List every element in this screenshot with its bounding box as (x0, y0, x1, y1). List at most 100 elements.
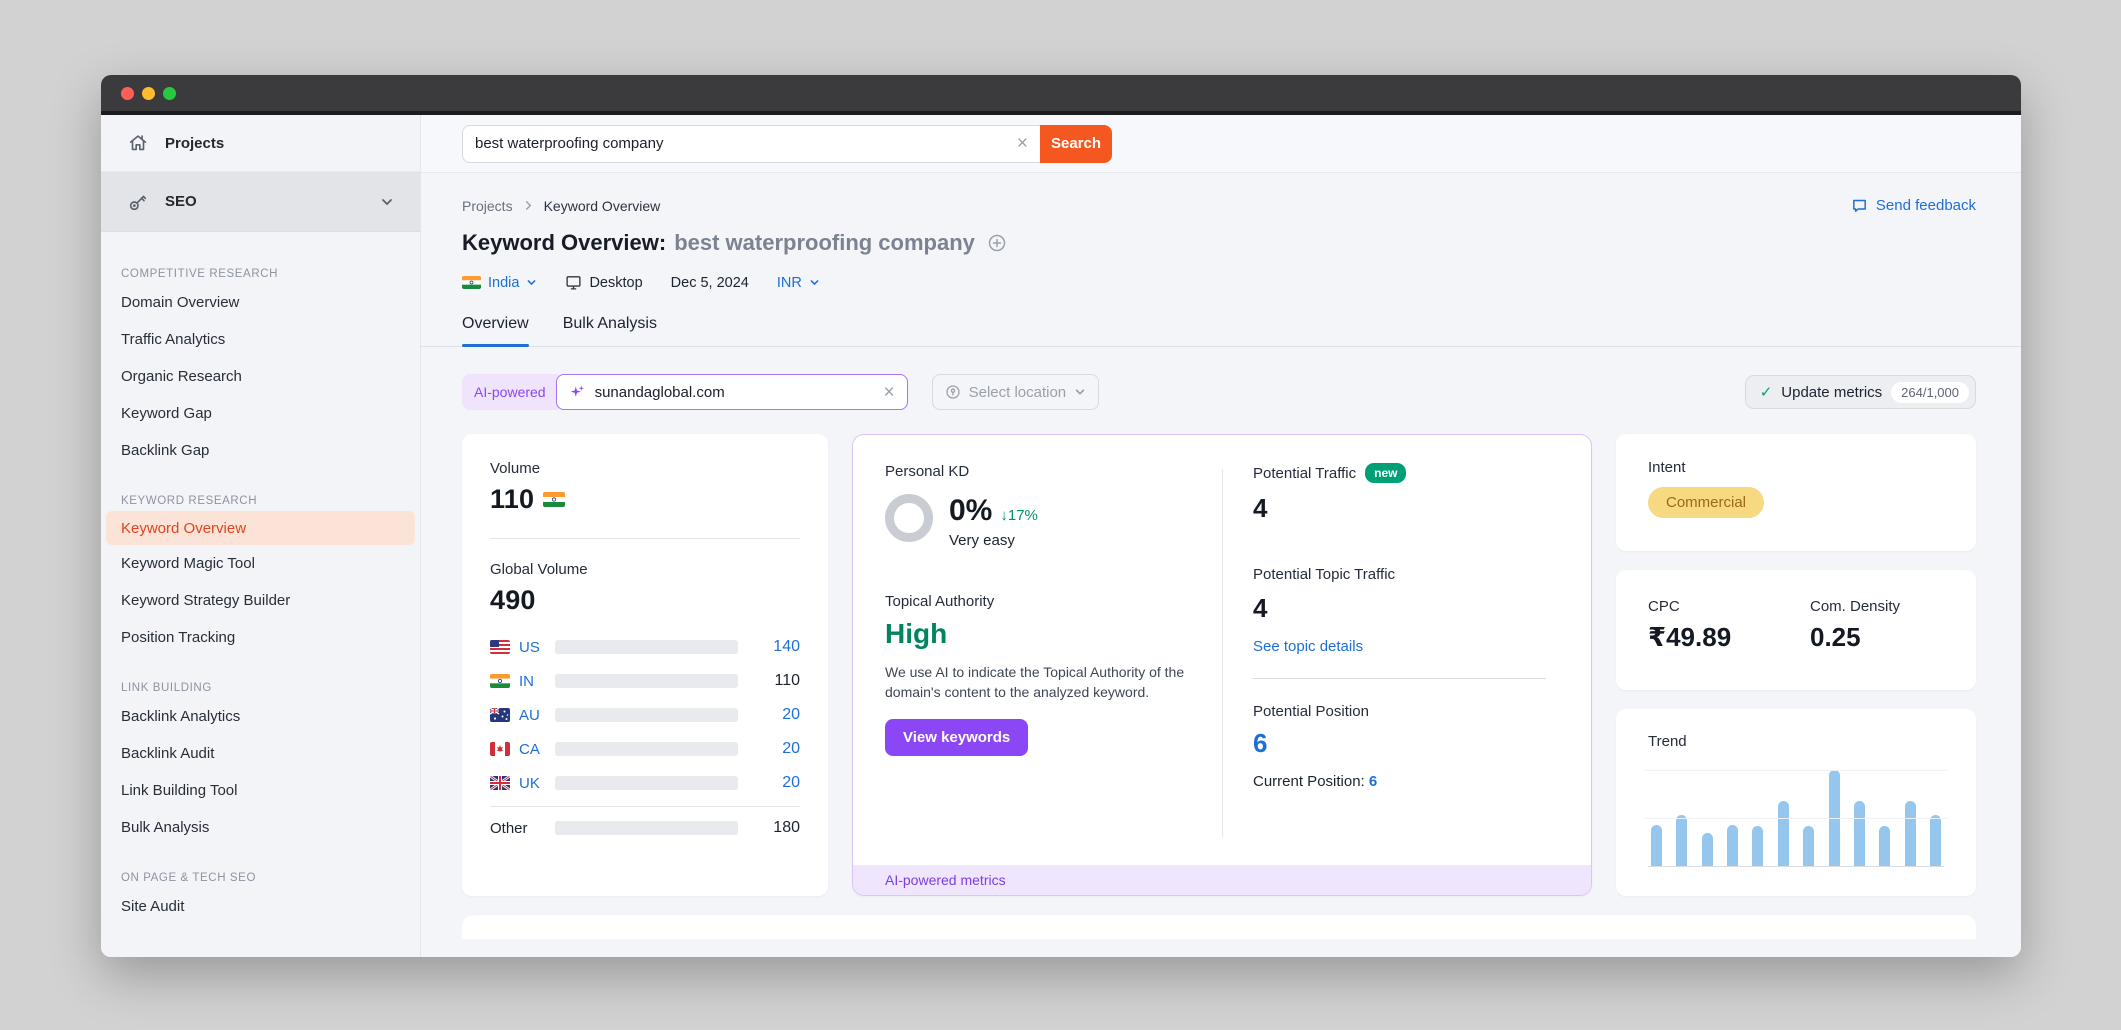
clear-search-icon[interactable]: × (1005, 134, 1040, 153)
domain-input-box: × (556, 374, 908, 410)
topical-authority-description: We use AI to indicate the Topical Author… (885, 662, 1195, 703)
volume-bar-track (555, 674, 738, 688)
sidebar-item-backlink-audit[interactable]: Backlink Audit (101, 735, 420, 772)
close-window-button[interactable] (121, 87, 134, 100)
country-volume-value[interactable]: 20 (756, 740, 800, 758)
potential-traffic-value: 4 (1253, 493, 1591, 524)
quota-counter: 264/1,000 (1891, 382, 1969, 403)
sidebar-nav: COMPETITIVE RESEARCH Domain Overview Tra… (101, 232, 420, 925)
competitive-density-label: Com. Density (1810, 598, 1944, 615)
page-title-keyword: best waterproofing company (674, 230, 975, 256)
sidebar-item-keyword-strategy-builder[interactable]: Keyword Strategy Builder (101, 582, 420, 619)
feedback-bubble-icon (1851, 197, 1868, 214)
country-volume-value[interactable]: 20 (756, 774, 800, 792)
sidebar-item-backlink-analytics[interactable]: Backlink Analytics (101, 698, 420, 735)
keyword-search-box: × (462, 125, 1040, 163)
potential-traffic-label: Potential Traffic (1253, 465, 1356, 482)
main-area: × Search Projects Keyword Overview Send … (421, 115, 2021, 957)
sidebar-item-bulk-analysis[interactable]: Bulk Analysis (101, 809, 420, 846)
country-code[interactable]: AU (519, 707, 555, 724)
page-title: Keyword Overview: best waterproofing com… (462, 230, 1976, 256)
other-volume-value: 180 (756, 819, 800, 837)
chevron-down-icon[interactable] (380, 195, 394, 209)
sidebar-item-domain-overview[interactable]: Domain Overview (101, 284, 420, 321)
chevron-down-icon (526, 277, 537, 288)
keyword-search-input[interactable] (463, 135, 1005, 152)
keyword-search-bar: × Search (421, 115, 2021, 173)
next-section-card (462, 915, 1976, 939)
intent-label: Intent (1648, 459, 1944, 476)
sidebar-item-keyword-overview[interactable]: Keyword Overview (106, 511, 415, 545)
currency-selector[interactable]: INR (777, 275, 820, 291)
tab-bulk-analysis[interactable]: Bulk Analysis (563, 315, 657, 346)
sidebar-item-site-audit[interactable]: Site Audit (101, 888, 420, 925)
volume-bar-track (555, 640, 738, 654)
global-volume-label: Global Volume (490, 561, 800, 578)
send-feedback-link[interactable]: Send feedback (1851, 197, 1976, 214)
sparkles-icon (569, 384, 586, 401)
page-title-prefix: Keyword Overview: (462, 230, 666, 256)
tab-overview[interactable]: Overview (462, 315, 529, 346)
trend-bar (1879, 826, 1890, 866)
domain-input[interactable] (586, 384, 882, 401)
volume-card: Volume 110 Global Volume 490 (462, 434, 828, 896)
new-badge: new (1365, 463, 1406, 483)
check-icon: ✓ (1760, 383, 1773, 401)
current-position-label: Current Position: (1253, 773, 1365, 790)
gridline (1645, 770, 1947, 771)
kd-difficulty-label: Very easy (949, 532, 1038, 549)
country-selector[interactable]: India (462, 275, 537, 291)
sidebar-item-traffic-analytics[interactable]: Traffic Analytics (101, 321, 420, 358)
date-label: Dec 5, 2024 (671, 275, 749, 291)
sidebar-item-organic-research[interactable]: Organic Research (101, 358, 420, 395)
location-select[interactable]: Select location (932, 374, 1100, 410)
minimize-window-button[interactable] (142, 87, 155, 100)
send-feedback-label: Send feedback (1876, 197, 1976, 214)
location-pin-icon (945, 384, 961, 400)
country-code[interactable]: US (519, 639, 555, 656)
india-flag-icon (462, 276, 481, 289)
add-keyword-icon[interactable] (987, 233, 1007, 253)
trend-bar (1854, 801, 1865, 866)
sidebar-item-seo[interactable]: SEO (101, 172, 420, 232)
kd-change: ↓17% (1000, 507, 1038, 524)
sidebar-item-backlink-gap[interactable]: Backlink Gap (101, 432, 420, 469)
nav-section-on-page-tech-seo: ON PAGE & TECH SEO (101, 872, 420, 888)
sidebar-item-link-building-tool[interactable]: Link Building Tool (101, 772, 420, 809)
search-button[interactable]: Search (1040, 125, 1112, 163)
topical-authority-label: Topical Authority (885, 593, 1192, 610)
sidebar-item-keyword-magic-tool[interactable]: Keyword Magic Tool (101, 545, 420, 582)
volume-bar-track (555, 742, 738, 756)
trend-label: Trend (1648, 733, 1944, 750)
see-topic-details-link[interactable]: See topic details (1253, 638, 1363, 655)
key-icon (127, 191, 149, 213)
breadcrumb-current: Keyword Overview (544, 198, 661, 214)
country-volume-value[interactable]: 20 (756, 706, 800, 724)
country-code[interactable]: IN (519, 673, 555, 690)
current-position-value[interactable]: 6 (1369, 773, 1377, 790)
breadcrumb: Projects Keyword Overview (462, 198, 660, 214)
sidebar-item-projects[interactable]: Projects (101, 115, 420, 172)
ca-flag-icon (490, 742, 510, 756)
kd-value: 0% (949, 494, 992, 528)
maximize-window-button[interactable] (163, 87, 176, 100)
competitive-density-value: 0.25 (1810, 622, 1944, 653)
volume-bar-track (555, 708, 738, 722)
trend-bar-chart (1648, 770, 1944, 867)
view-keywords-button[interactable]: View keywords (885, 719, 1028, 756)
country-volume-row: AU 20 (490, 698, 800, 732)
current-position-row: Current Position: 6 (1253, 773, 1591, 790)
update-metrics-button[interactable]: ✓ Update metrics 264/1,000 (1745, 375, 1976, 409)
trend-bar (1778, 801, 1789, 866)
country-code[interactable]: UK (519, 775, 555, 792)
sidebar-item-position-tracking[interactable]: Position Tracking (101, 619, 420, 656)
breadcrumb-projects[interactable]: Projects (462, 198, 513, 214)
trend-bar (1651, 825, 1662, 866)
volume-bar-track (555, 821, 738, 835)
country-code[interactable]: CA (519, 741, 555, 758)
clear-domain-icon[interactable]: × (881, 383, 896, 402)
sidebar-item-keyword-gap[interactable]: Keyword Gap (101, 395, 420, 432)
trend-bar (1905, 801, 1916, 866)
window-titlebar (101, 75, 2021, 111)
country-volume-value[interactable]: 140 (756, 638, 800, 656)
